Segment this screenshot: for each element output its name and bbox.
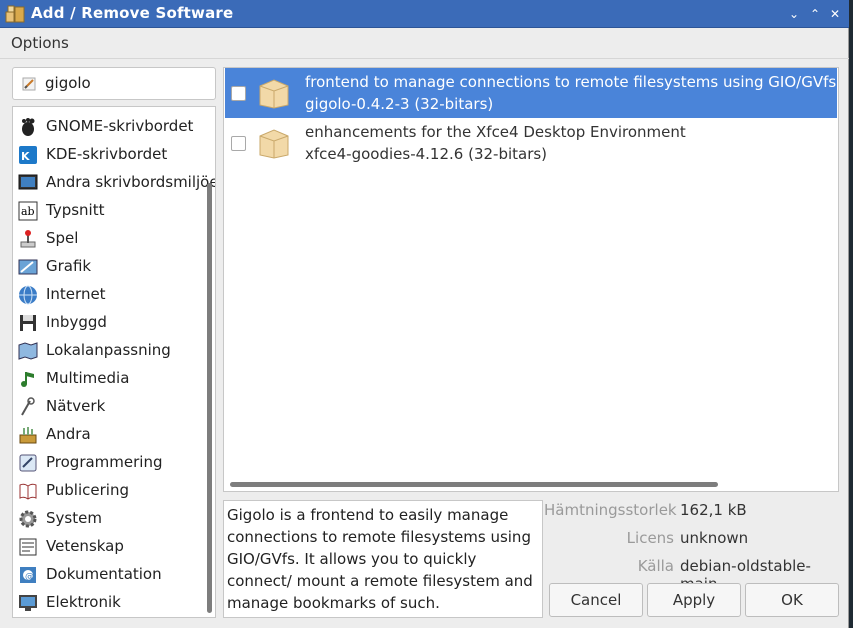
category-publishing[interactable]: Publicering xyxy=(13,477,203,505)
package-list[interactable]: frontend to manage connections to remote… xyxy=(223,67,839,492)
kde-icon: K xyxy=(19,146,37,164)
category-label: KDE-skrivbordet xyxy=(46,145,168,163)
category-games[interactable]: Spel xyxy=(13,225,203,253)
category-fonts[interactable]: ab Typsnitt xyxy=(13,197,203,225)
gear-icon xyxy=(19,510,37,528)
category-label: Multimedia xyxy=(46,369,130,387)
package-icon xyxy=(259,129,289,159)
category-label: Publicering xyxy=(46,481,129,499)
category-label: Lokalanpassning xyxy=(46,341,171,359)
category-scrollbar[interactable] xyxy=(204,107,214,617)
category-label: Andra skrivbordsmiljöer xyxy=(46,173,216,191)
category-other-desktops[interactable]: Andra skrivbordsmiljöer xyxy=(13,169,215,197)
joystick-icon xyxy=(20,230,36,248)
minimize-button[interactable]: ⌄ xyxy=(786,6,802,22)
category-list[interactable]: GNOME-skrivbordet K KDE-skrivbordet Andr… xyxy=(12,106,216,618)
gnome-icon xyxy=(22,118,35,136)
package-manager-icon xyxy=(5,5,25,23)
category-science[interactable]: Vetenskap xyxy=(13,533,203,561)
book-icon xyxy=(19,483,37,500)
svg-text:ab: ab xyxy=(21,205,35,218)
category-label: Vetenskap xyxy=(46,537,124,555)
cancel-button[interactable]: Cancel xyxy=(549,583,643,617)
globe-icon xyxy=(19,285,37,305)
package-summary: frontend to manage connections to remote… xyxy=(305,73,837,91)
download-size-value: 162,1 kB xyxy=(680,501,747,519)
desktop-icon xyxy=(18,174,38,190)
license-value: unknown xyxy=(680,529,749,547)
category-label: Inbyggd xyxy=(46,313,107,331)
category-label: Elektronik xyxy=(46,593,121,611)
category-documentation[interactable]: @ Dokumentation xyxy=(13,561,203,589)
install-checkbox[interactable] xyxy=(231,136,246,151)
category-localization[interactable]: Lokalanpassning xyxy=(13,337,203,365)
package-name: gigolo-0.4.2-3 (32-bitars) xyxy=(305,95,494,113)
clear-search-icon[interactable] xyxy=(22,77,36,91)
maximize-button[interactable]: ⌃ xyxy=(807,6,823,22)
menu-bar: Options xyxy=(0,28,849,59)
package-row-xfce4-goodies[interactable]: enhancements for the Xfce4 Desktop Envir… xyxy=(225,118,837,168)
svg-text:@: @ xyxy=(25,572,34,582)
category-label: Spel xyxy=(46,229,79,247)
font-icon: ab xyxy=(18,201,38,221)
package-name: xfce4-goodies-4.12.6 (32-bitars) xyxy=(305,145,548,163)
category-label: Grafik xyxy=(46,257,92,275)
category-label: Dokumentation xyxy=(46,565,162,583)
install-checkbox[interactable] xyxy=(231,86,246,101)
category-programming[interactable]: Programmering xyxy=(13,449,203,477)
apply-button[interactable]: Apply xyxy=(647,583,741,617)
package-list-horizontal-scrollbar[interactable] xyxy=(230,482,718,487)
category-network[interactable]: Nätverk xyxy=(13,393,203,421)
monitor-icon xyxy=(19,595,37,611)
category-electronics[interactable]: Elektronik xyxy=(13,589,203,617)
window-title: Add / Remove Software xyxy=(31,4,234,22)
category-label: GNOME-skrivbordet xyxy=(46,117,194,135)
programming-icon xyxy=(19,454,37,472)
tools-icon xyxy=(19,427,37,444)
category-label: Andra xyxy=(46,425,91,443)
category-other[interactable]: Andra xyxy=(13,421,203,449)
floppy-icon xyxy=(20,315,36,331)
add-remove-software-window: Add / Remove Software ⌄ ⌃ ✕ Options gigo… xyxy=(0,0,849,628)
package-summary: enhancements for the Xfce4 Desktop Envir… xyxy=(305,123,686,141)
category-label: Internet xyxy=(46,285,106,303)
ok-button[interactable]: OK xyxy=(745,583,839,617)
category-label: Programmering xyxy=(46,453,163,471)
title-bar[interactable]: Add / Remove Software ⌄ ⌃ ✕ xyxy=(0,0,849,28)
category-embedded[interactable]: Inbyggd xyxy=(13,309,203,337)
download-size-label: Hämtningsstorlek xyxy=(544,501,677,519)
documentation-icon: @ xyxy=(20,567,36,583)
category-kde[interactable]: K KDE-skrivbordet xyxy=(13,141,203,169)
license-label: Licens xyxy=(626,529,674,547)
desktop-background xyxy=(849,0,853,628)
category-label: System xyxy=(46,509,102,527)
map-icon xyxy=(18,342,38,360)
close-button[interactable]: ✕ xyxy=(827,6,843,22)
category-internet[interactable]: Internet xyxy=(13,281,203,309)
category-scrollbar-thumb[interactable] xyxy=(207,183,212,613)
search-input[interactable]: gigolo xyxy=(12,67,216,100)
menu-options[interactable]: Options xyxy=(11,34,69,52)
package-description: Gigolo is a frontend to easily manage co… xyxy=(223,500,543,618)
package-icon xyxy=(259,79,289,109)
music-icon xyxy=(21,372,34,387)
category-label: Typsnitt xyxy=(46,201,105,219)
graphics-icon xyxy=(18,259,38,275)
search-value: gigolo xyxy=(45,74,91,92)
svg-text:K: K xyxy=(21,150,30,163)
network-icon xyxy=(21,397,35,416)
category-system[interactable]: System xyxy=(13,505,203,533)
category-label: Nätverk xyxy=(46,397,106,415)
science-icon xyxy=(19,538,37,556)
category-graphics[interactable]: Grafik xyxy=(13,253,203,281)
source-label: Källa xyxy=(637,557,674,575)
package-row-gigolo[interactable]: frontend to manage connections to remote… xyxy=(225,68,837,118)
category-multimedia[interactable]: Multimedia xyxy=(13,365,203,393)
category-gnome[interactable]: GNOME-skrivbordet xyxy=(13,113,203,141)
